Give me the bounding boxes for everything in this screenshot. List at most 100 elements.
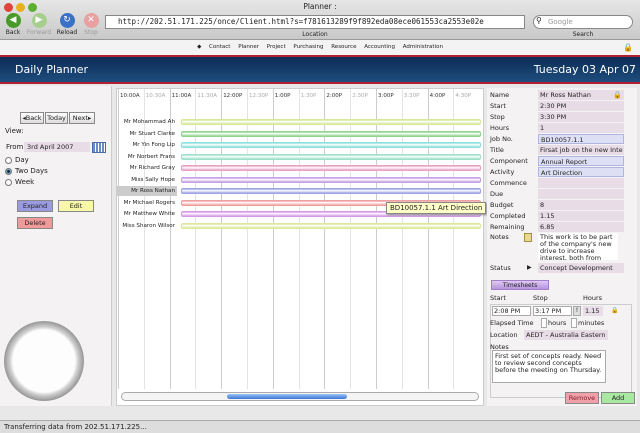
radio-icon[interactable] <box>5 167 12 175</box>
menu-administration[interactable]: Administration <box>403 44 443 50</box>
schedule-bar[interactable] <box>181 142 481 148</box>
window-title: Planner : <box>303 2 337 11</box>
row-label[interactable]: Mr Norbert Frans <box>117 152 177 162</box>
ts-start-input[interactable]: 2:08 PM <box>492 306 531 316</box>
view-radio-label: Two Days <box>15 167 48 175</box>
menu-purchasing[interactable]: Purchasing <box>293 44 323 50</box>
menu-accounting[interactable]: Accounting <box>364 44 395 50</box>
row-label[interactable]: Mr Ross Nathan <box>117 186 177 196</box>
horizontal-scrollbar[interactable] <box>121 392 479 401</box>
job-notes-text[interactable]: This work is to be part of the company's… <box>538 233 618 260</box>
search-label: Search <box>572 31 594 38</box>
field-value[interactable] <box>538 189 624 199</box>
menu-contact[interactable]: Contact <box>209 44 230 50</box>
back-arrow-icon: ◀ <box>5 13 21 28</box>
field-label: Component <box>490 157 528 165</box>
view-label: View: <box>5 127 24 135</box>
location-select[interactable]: AEDT - Australia Eastern D <box>524 330 608 340</box>
view-radio[interactable]: Day <box>5 156 29 164</box>
back-day-button[interactable]: ◂Back <box>20 112 44 124</box>
page-header: Daily Planner Tuesday 03 Apr 07 <box>0 55 640 84</box>
field-value[interactable]: BD10057.1.1 <box>538 134 624 144</box>
forward-button[interactable]: ▶ Forward <box>25 13 53 36</box>
expand-button[interactable]: Expand <box>17 200 53 212</box>
field-value[interactable]: 1.15 <box>538 211 624 221</box>
calendar-icon[interactable] <box>92 142 106 153</box>
view-radio-label: Day <box>15 156 29 164</box>
location-field-label: Location <box>490 331 518 339</box>
field-label: Title <box>490 146 504 154</box>
row-label[interactable]: Mr Yin Fong Lip <box>117 140 177 150</box>
schedule-bar[interactable] <box>181 176 481 183</box>
browser-toolbar: Planner : ◀ Back ▶ Forward ↻ Reload ✕ Stop h… <box>0 0 640 40</box>
field-value[interactable] <box>538 178 624 188</box>
schedule-bar[interactable] <box>181 130 481 137</box>
home-icon[interactable]: ◆ <box>197 44 201 50</box>
row-label[interactable]: Miss Sally Hope <box>117 175 177 185</box>
field-label: Start <box>490 102 506 110</box>
row-label[interactable]: Mr Michael Rogers <box>117 198 177 208</box>
ts-calc-button[interactable]: ! <box>573 306 581 316</box>
field-value[interactable]: Mr Ross Nathan <box>538 90 624 100</box>
status-arrow-icon[interactable]: ▶ <box>527 264 532 271</box>
menu-planner[interactable]: Planner <box>238 44 259 50</box>
row-label[interactable]: Mr Stuart Clarke <box>117 129 177 139</box>
field-label: Completed <box>490 212 526 220</box>
timesheets-tab[interactable]: Timesheets <box>491 280 549 290</box>
row-label[interactable]: Mr Richard Gray <box>117 163 177 173</box>
ts-hours-value: 1.15 <box>583 306 603 316</box>
view-radio[interactable]: Two Days <box>5 167 48 175</box>
page-title: Daily Planner <box>15 63 88 76</box>
search-input[interactable]: Google <box>533 15 633 29</box>
field-label: Stop <box>490 113 505 121</box>
scrollbar-thumb[interactable] <box>227 394 347 399</box>
field-value[interactable]: 6.85 <box>538 222 624 232</box>
field-label: Activity <box>490 168 515 176</box>
elapsed-minutes-input[interactable] <box>571 318 577 328</box>
row-label[interactable]: Mr Matthew White <box>117 209 177 219</box>
reload-icon: ↻ <box>59 13 75 28</box>
schedule-bar[interactable] <box>181 188 481 194</box>
field-value[interactable]: 3:30 PM <box>538 112 624 122</box>
reload-label: Reload <box>56 29 78 36</box>
menu-resource[interactable]: Resource <box>331 44 356 50</box>
edit-button[interactable]: Edit <box>58 200 94 212</box>
field-value[interactable]: 8 <box>538 200 624 210</box>
today-button[interactable]: Today <box>45 112 68 124</box>
field-value[interactable]: Firsat job on the new Inte <box>538 145 624 155</box>
forward-label: Forward <box>26 29 52 36</box>
status-value[interactable]: Concept Development <box>538 263 624 273</box>
back-button[interactable]: ◀ Back <box>0 13 27 36</box>
schedule-bar[interactable] <box>181 153 481 160</box>
field-value[interactable]: 1 <box>538 123 624 133</box>
row-label[interactable]: Miss Sharon Wilsor <box>117 221 177 231</box>
ts-stop-input[interactable]: 3:17 PM <box>533 306 572 316</box>
radio-icon[interactable] <box>5 178 12 186</box>
field-value[interactable]: Art Direction <box>538 167 624 177</box>
row-label[interactable]: Mr Mohammad Ah <box>117 117 177 127</box>
field-label: Due <box>490 190 504 198</box>
url-input[interactable]: http://202.51.171.225/once/Client.html?s… <box>105 15 525 29</box>
stop-button[interactable]: ✕ Stop <box>77 13 105 36</box>
next-day-button[interactable]: Next▸ <box>69 112 95 124</box>
ts-stop-label: Stop <box>533 294 548 302</box>
delete-button[interactable]: Delete <box>17 217 53 229</box>
remove-button[interactable]: Remove <box>565 392 599 404</box>
details-panel: Name Mr Ross Nathan Start 2:30 PM Stop 3:30 P… <box>487 88 637 406</box>
elapsed-hours-input[interactable] <box>541 318 547 328</box>
stop-icon: ✕ <box>83 13 99 28</box>
ts-notes-input[interactable]: First set of concepts ready. Need to rev… <box>492 350 606 383</box>
field-label: Commence <box>490 179 527 187</box>
from-date-input[interactable]: 3rd April 2007 <box>24 142 90 152</box>
field-value[interactable]: Annual Report <box>538 156 624 166</box>
field-value[interactable]: 2:30 PM <box>538 101 624 111</box>
tooltip: BD10057.1.1 Art Direction <box>386 202 487 214</box>
menu-project[interactable]: Project <box>267 44 286 50</box>
add-button[interactable]: Add <box>601 392 635 404</box>
radio-icon[interactable] <box>5 156 12 164</box>
schedule-bar[interactable] <box>181 119 481 125</box>
schedule-bar[interactable] <box>181 165 481 171</box>
view-radio[interactable]: Week <box>5 178 34 186</box>
schedule-bar[interactable] <box>181 222 481 229</box>
field-label: Name <box>490 91 510 99</box>
